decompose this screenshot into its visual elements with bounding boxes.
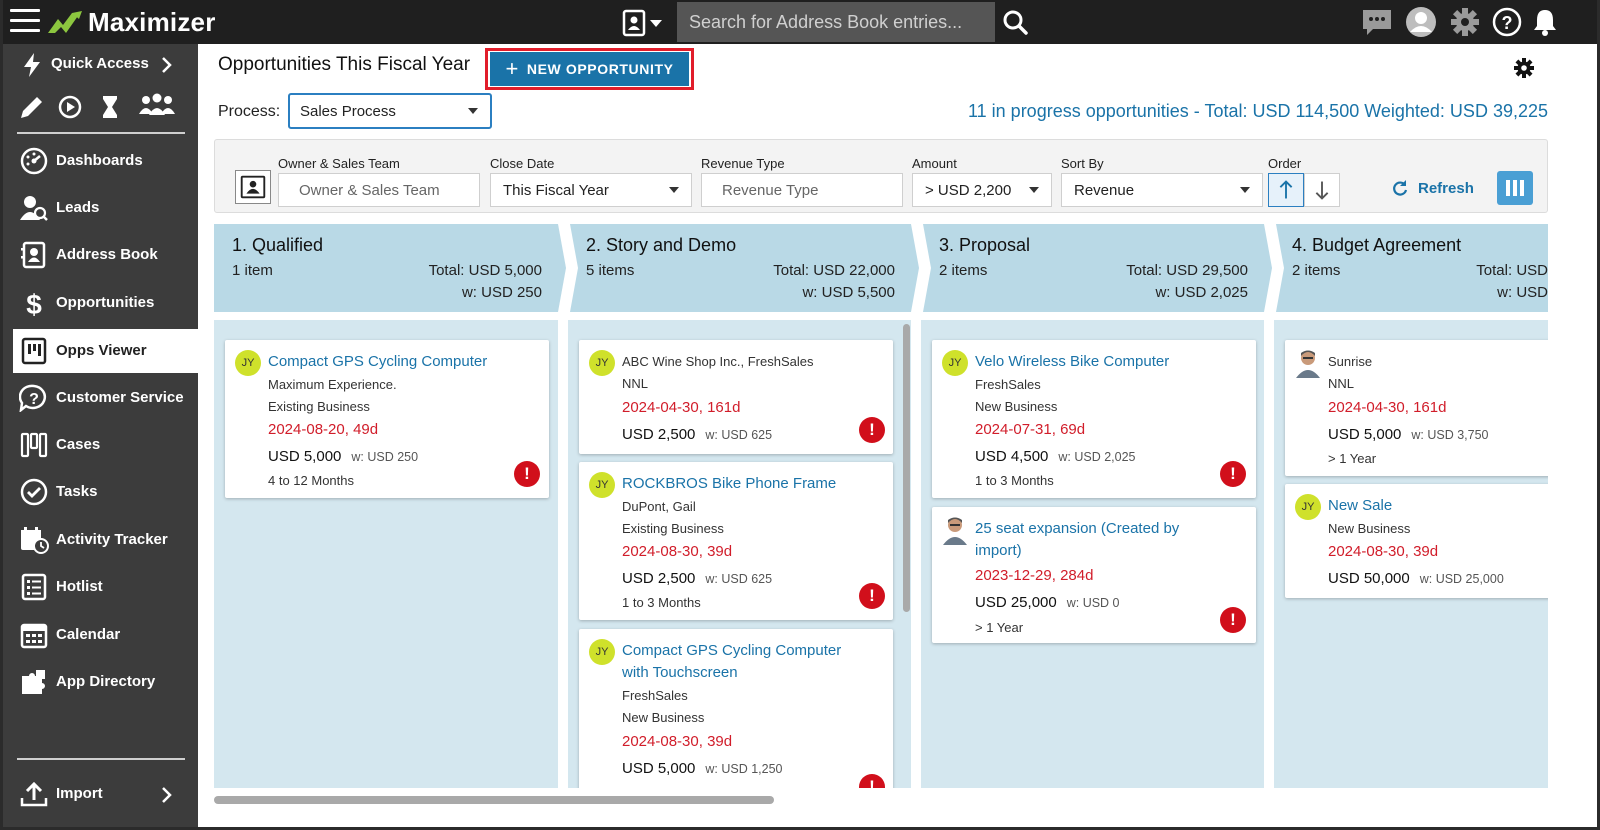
- window-frame: [0, 0, 1600, 830]
